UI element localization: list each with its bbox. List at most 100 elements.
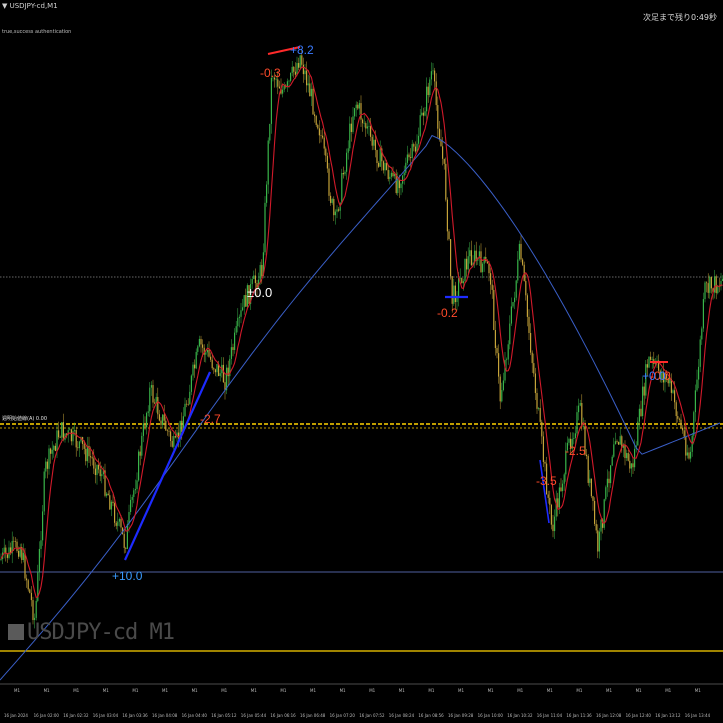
candle-body <box>509 323 511 345</box>
candle-body <box>686 452 688 456</box>
candle-body <box>299 55 301 68</box>
candle-body <box>101 474 103 477</box>
candle-body <box>168 430 170 432</box>
candle-body <box>552 524 554 532</box>
candle-body <box>626 453 628 459</box>
candle-body <box>717 286 719 294</box>
annotation-label: +10.0 <box>112 569 143 583</box>
candle-body <box>419 115 421 136</box>
annotation-label: -2.7 <box>200 412 221 426</box>
candle-body <box>510 306 512 324</box>
candle-body <box>344 171 346 175</box>
annotation-label: ±0.0 <box>247 285 272 300</box>
candle-body <box>402 175 404 184</box>
time-axis-tick: M1 <box>191 688 198 693</box>
candle-body <box>206 349 208 353</box>
candle-body <box>533 363 535 374</box>
candle-body <box>619 436 621 445</box>
candle-body <box>525 280 527 296</box>
annotation-label: -2.5 <box>565 444 586 458</box>
candle-body <box>589 478 591 483</box>
price-chart[interactable]: -0.3 +8.2 ±0.0 -0.2 -0.0 +0.0 +10.0 -2.7… <box>0 0 723 723</box>
candle-body <box>125 547 127 549</box>
candle-body <box>29 589 31 593</box>
candle-body <box>424 111 426 116</box>
candle-body <box>397 179 399 194</box>
candle-body <box>694 390 696 413</box>
time-axis-tick: M1 <box>635 688 642 693</box>
candle-body <box>259 265 261 280</box>
candle-body <box>184 403 186 417</box>
candle-body <box>544 461 546 464</box>
candle-body <box>13 540 15 542</box>
candle-body <box>688 452 690 459</box>
candle-body <box>382 161 384 171</box>
candle-body <box>678 418 680 420</box>
candle-body <box>307 83 309 86</box>
candle-body <box>117 521 119 526</box>
candle-body <box>517 259 519 281</box>
time-axis-label: 16 Jan 12:40 <box>625 713 651 718</box>
candle-body <box>35 600 37 618</box>
candle-body <box>293 66 295 72</box>
candle-body <box>707 283 709 293</box>
candle-body <box>629 460 631 469</box>
candle-body <box>448 231 450 240</box>
candle-body <box>597 530 599 552</box>
candle-body <box>200 338 202 345</box>
candle-body <box>574 433 576 438</box>
candle-body <box>134 489 136 491</box>
time-axis-label: 16 Jan 06:48 <box>300 713 326 718</box>
candle-body <box>541 421 543 437</box>
time-axis-tick: M1 <box>162 688 168 693</box>
candle-body <box>202 344 204 348</box>
time-axis-tick: M1 <box>280 688 287 693</box>
candle-body <box>482 263 484 273</box>
candle-body <box>336 209 338 212</box>
time-axis-label: 16 Jan 07:20 <box>329 713 355 718</box>
candle-body <box>192 364 194 376</box>
candle-body <box>581 402 583 427</box>
candle-body <box>406 154 408 163</box>
candle-body <box>112 501 114 504</box>
candle-body <box>698 366 700 380</box>
candle-body <box>520 243 522 260</box>
candle-body <box>211 359 213 369</box>
candle-body <box>405 162 407 173</box>
candle-body <box>437 105 439 129</box>
candle-body <box>139 451 141 456</box>
candle-body <box>190 375 192 392</box>
candle-body <box>459 277 461 279</box>
candle-body <box>234 332 236 350</box>
time-axis-tick: M1 <box>369 688 376 693</box>
candle-body <box>42 511 44 541</box>
time-axis-tick: M1 <box>546 688 553 693</box>
candle-body <box>283 85 285 90</box>
candle-body <box>613 444 615 457</box>
candle-body <box>392 172 394 177</box>
candle-body <box>464 258 466 282</box>
candle-body <box>114 503 116 523</box>
candle-body <box>291 66 293 73</box>
candle-body <box>445 163 447 200</box>
chart-title: ▼ USDJPY-cd,M1 <box>2 2 58 10</box>
candle-body <box>290 72 292 81</box>
candle-body <box>54 445 56 451</box>
candle-body <box>709 276 711 293</box>
candle-body <box>141 435 143 456</box>
candle-body <box>490 273 492 285</box>
candle-body <box>528 316 530 333</box>
candle-body <box>390 172 392 177</box>
candle-body <box>237 317 239 327</box>
candle-body <box>214 369 216 373</box>
candle-body <box>582 425 584 427</box>
candle-body <box>643 386 645 396</box>
time-axis-label: 16 Jan 10:00 <box>477 713 503 718</box>
candle-body <box>578 405 580 413</box>
candle-body <box>253 275 255 279</box>
candle-body <box>302 64 304 75</box>
status-text: true,success authentication <box>2 29 72 35</box>
candle-body <box>138 451 140 481</box>
candle-body <box>264 202 266 253</box>
candle-body <box>331 198 333 203</box>
